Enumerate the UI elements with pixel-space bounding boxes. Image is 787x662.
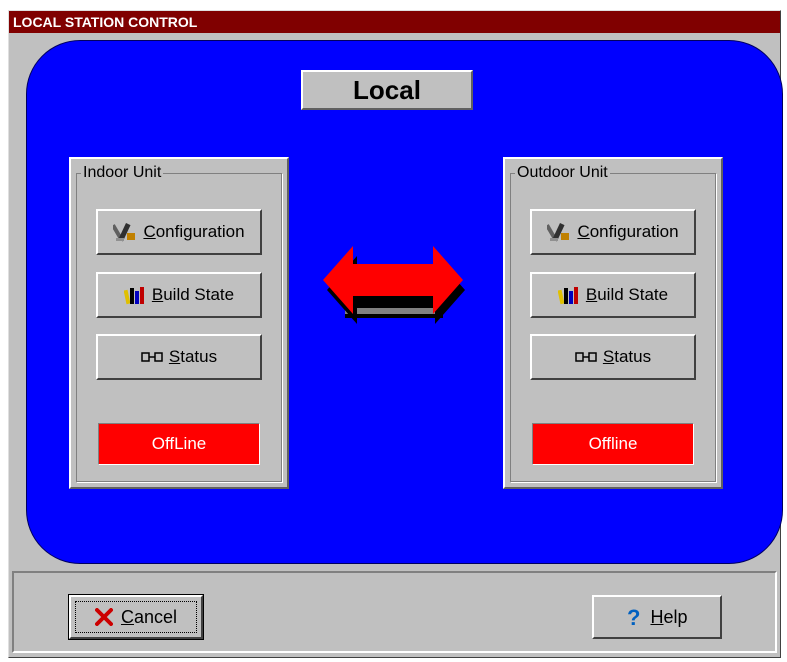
help-button[interactable]: ? Help [592, 595, 722, 639]
outdoor-build-state-button[interactable]: Build State [530, 272, 696, 318]
outdoor-connection-status: Offline [532, 423, 694, 465]
outdoor-build-state-label: Build State [585, 285, 669, 304]
local-station-control-window: LOCAL STATION CONTROL Local Indoor Unit … [8, 10, 783, 658]
outdoor-configuration-label: Configuration [577, 222, 679, 241]
double-arrow-icon [323, 246, 465, 324]
connector-icon [575, 351, 597, 363]
outdoor-status-button[interactable]: Status [530, 334, 696, 380]
books-icon [557, 285, 580, 305]
outdoor-unit-label: Outdoor Unit [515, 164, 610, 182]
connector-icon [141, 351, 163, 363]
wrench-hammer-icon [113, 221, 137, 243]
help-label: Help [650, 606, 688, 627]
title-bar: LOCAL STATION CONTROL [9, 11, 780, 33]
button-bar: Cancel ? Help [12, 571, 777, 653]
indoor-unit-panel: Indoor Unit Configuration Build State St… [69, 157, 289, 489]
outdoor-unit-panel: Outdoor Unit Configuration Build State S… [503, 157, 723, 489]
books-icon [123, 285, 146, 305]
focus-rectangle [75, 601, 197, 633]
indoor-connection-status: OffLine [98, 423, 260, 465]
svg-text:?: ? [627, 606, 640, 628]
indoor-status-label: Status [168, 347, 218, 366]
indoor-configuration-button[interactable]: Configuration [96, 209, 262, 255]
indoor-unit-label: Indoor Unit [81, 164, 164, 182]
indoor-configuration-label: Configuration [143, 222, 245, 241]
outdoor-configuration-button[interactable]: Configuration [530, 209, 696, 255]
cancel-button[interactable]: Cancel [68, 594, 204, 640]
question-mark-icon: ? [626, 606, 642, 628]
outdoor-status-label: Status [602, 347, 652, 366]
wrench-hammer-icon [547, 221, 571, 243]
indoor-build-state-button[interactable]: Build State [96, 272, 262, 318]
indoor-status-button[interactable]: Status [96, 334, 262, 380]
mode-label: Local [301, 70, 473, 110]
indoor-build-state-label: Build State [151, 285, 235, 304]
